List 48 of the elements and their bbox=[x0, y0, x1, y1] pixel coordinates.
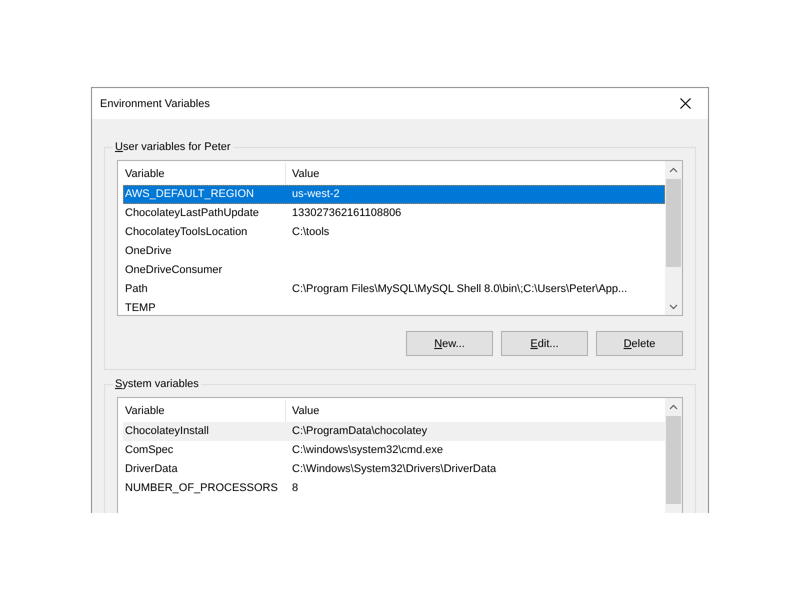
scroll-up-icon[interactable] bbox=[669, 166, 678, 172]
window-title: Environment Variables bbox=[100, 98, 210, 110]
variable-name: OneDrive bbox=[124, 244, 172, 259]
column-header[interactable]: Value bbox=[286, 163, 665, 185]
variable-name: ComSpec bbox=[124, 443, 174, 458]
scroll-up-icon[interactable] bbox=[669, 404, 678, 410]
variable-value: 8 bbox=[291, 481, 300, 496]
variable-name: ChocolateyLastPathUpdate bbox=[124, 206, 260, 221]
list-row[interactable]: ChocolateyToolsLocation C:\tools bbox=[123, 223, 665, 242]
variable-value: us-west-2 bbox=[291, 187, 341, 202]
variable-name: ChocolateyInstall bbox=[124, 424, 210, 439]
variable-value: C:\Program Files\MySQL\MySQL Shell 8.0\bin\;C:\Users\Peter\App... bbox=[291, 282, 628, 297]
variable-name: ChocolateyToolsLocation bbox=[124, 225, 248, 240]
variable-value: C:\tools bbox=[291, 225, 330, 240]
variable-name: Path bbox=[124, 282, 149, 297]
list-row[interactable]: OneDriveConsumer bbox=[123, 261, 665, 280]
variable-list[interactable] bbox=[117, 160, 683, 316]
list-row[interactable]: DriverData C:\Windows\System32\Drivers\DriverData bbox=[123, 460, 665, 479]
list-row[interactable]: ChocolateyLastPathUpdate 133027362161108806 bbox=[123, 204, 665, 223]
list-row[interactable]: ChocolateyInstall C:\ProgramData\chocolatey bbox=[123, 422, 665, 441]
scrollbar-thumb[interactable] bbox=[666, 416, 681, 504]
list-row[interactable]: AWS_DEFAULT_REGION us-west-2 bbox=[123, 185, 665, 204]
list-row[interactable]: OneDrive bbox=[123, 242, 665, 261]
variable-name: TEMP bbox=[124, 301, 157, 315]
variable-value: 133027362161108806 bbox=[291, 206, 402, 221]
action-button[interactable]: New... bbox=[406, 331, 493, 356]
scroll-down-icon[interactable] bbox=[669, 304, 678, 310]
variable-name: DriverData bbox=[124, 462, 179, 477]
scrollbar[interactable] bbox=[665, 398, 682, 513]
group-label: User variables for Peter bbox=[114, 141, 232, 153]
list-row[interactable]: NUMBER_OF_PROCESSORS 8 bbox=[123, 479, 665, 498]
group-label: System variables bbox=[114, 378, 200, 390]
variable-name: NUMBER_OF_PROCESSORS bbox=[124, 481, 279, 496]
variable-name: AWS_DEFAULT_REGION bbox=[124, 187, 255, 202]
action-button[interactable]: Edit... bbox=[501, 331, 588, 356]
action-button[interactable]: Delete bbox=[596, 331, 683, 356]
column-header[interactable]: Value bbox=[286, 400, 665, 422]
variable-list[interactable]: Variable Value ChocolateyInstall C:\ProgramData\chocolatey ComSpec C:\windows\system32\cmd.exe DriverData C:\Windows\System32\Drivers\DriverData NUMBER_OF_PROCESSORS 8 bbox=[117, 397, 683, 513]
variable-value: C:\windows\system32\cmd.exe bbox=[291, 443, 444, 458]
list-row[interactable]: ComSpec C:\windows\system32\cmd.exe bbox=[123, 441, 665, 460]
variable-value: C:\ProgramData\chocolatey bbox=[291, 424, 428, 439]
scrollbar[interactable] bbox=[665, 161, 682, 315]
close-icon[interactable] bbox=[680, 98, 690, 109]
scrollbar-thumb[interactable] bbox=[666, 179, 681, 267]
list-row[interactable]: Path C:\Program Files\MySQL\MySQL Shell 8.0\bin\;C:\Users\Peter\App... bbox=[123, 280, 665, 299]
variable-name: OneDriveConsumer bbox=[124, 263, 224, 278]
list-row[interactable]: TEMP bbox=[123, 299, 665, 315]
variable-value: C:\Windows\System32\Drivers\DriverData bbox=[291, 462, 498, 477]
